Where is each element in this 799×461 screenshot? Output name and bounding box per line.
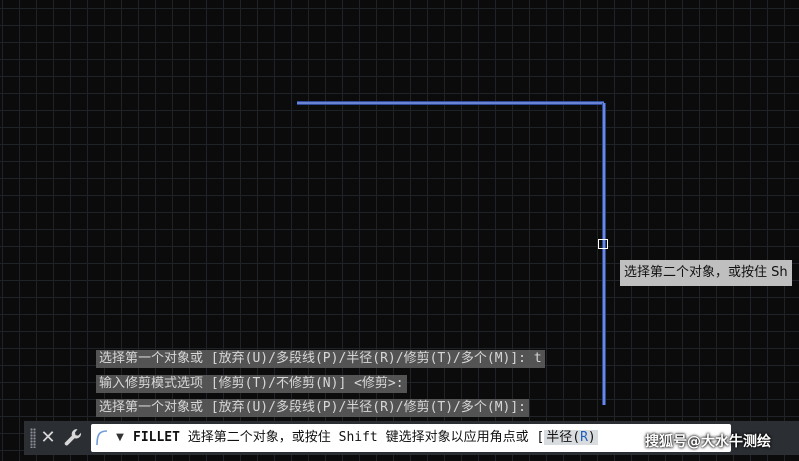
command-prompt: 选择第二个对象，或按住 Shift 键选择对象以应用角点或 [187, 430, 529, 445]
wrench-icon[interactable] [62, 426, 86, 450]
watermark: 搜狐号@大水牛测绘 [645, 434, 771, 450]
command-history-line: 选择第一个对象或 [放弃(U)/多段线(P)/半径(R)/修剪(T)/多个(M)… [96, 350, 545, 368]
cursor-pickbox [598, 239, 608, 249]
triangle-down-icon[interactable]: ▼ [113, 424, 127, 452]
option-radius-close: ) [587, 430, 596, 445]
dynamic-input-tooltip: 选择第二个对象，或按住 Sh [620, 260, 792, 286]
command-prompt-icon [96, 430, 108, 446]
command-name: FILLET [133, 430, 180, 445]
command-history-line: 选择第一个对象或 [放弃(U)/多段线(P)/半径(R)/修剪(T)/多个(M)… [96, 399, 530, 417]
drag-handle[interactable] [30, 428, 36, 448]
option-radius-key: R [580, 430, 588, 445]
command-history-line: 输入修剪模式选项 [修剪(T)/不修剪(N)] <修剪>: [96, 375, 407, 393]
command-prompt-text: FILLET 选择第二个对象，或按住 Shift 键选择对象以应用角点或 [半径… [133, 424, 598, 452]
option-radius[interactable]: 半径(R) [544, 430, 598, 445]
option-radius-label: 半径( [546, 430, 581, 445]
drawing-canvas[interactable]: 选择第二个对象，或按住 Sh 选择第一个对象或 [放弃(U)/多段线(P)/半径… [0, 0, 799, 461]
close-icon[interactable]: ✕ [38, 425, 58, 451]
command-input[interactable]: ▼ FILLET 选择第二个对象，或按住 Shift 键选择对象以应用角点或 [… [91, 424, 731, 452]
